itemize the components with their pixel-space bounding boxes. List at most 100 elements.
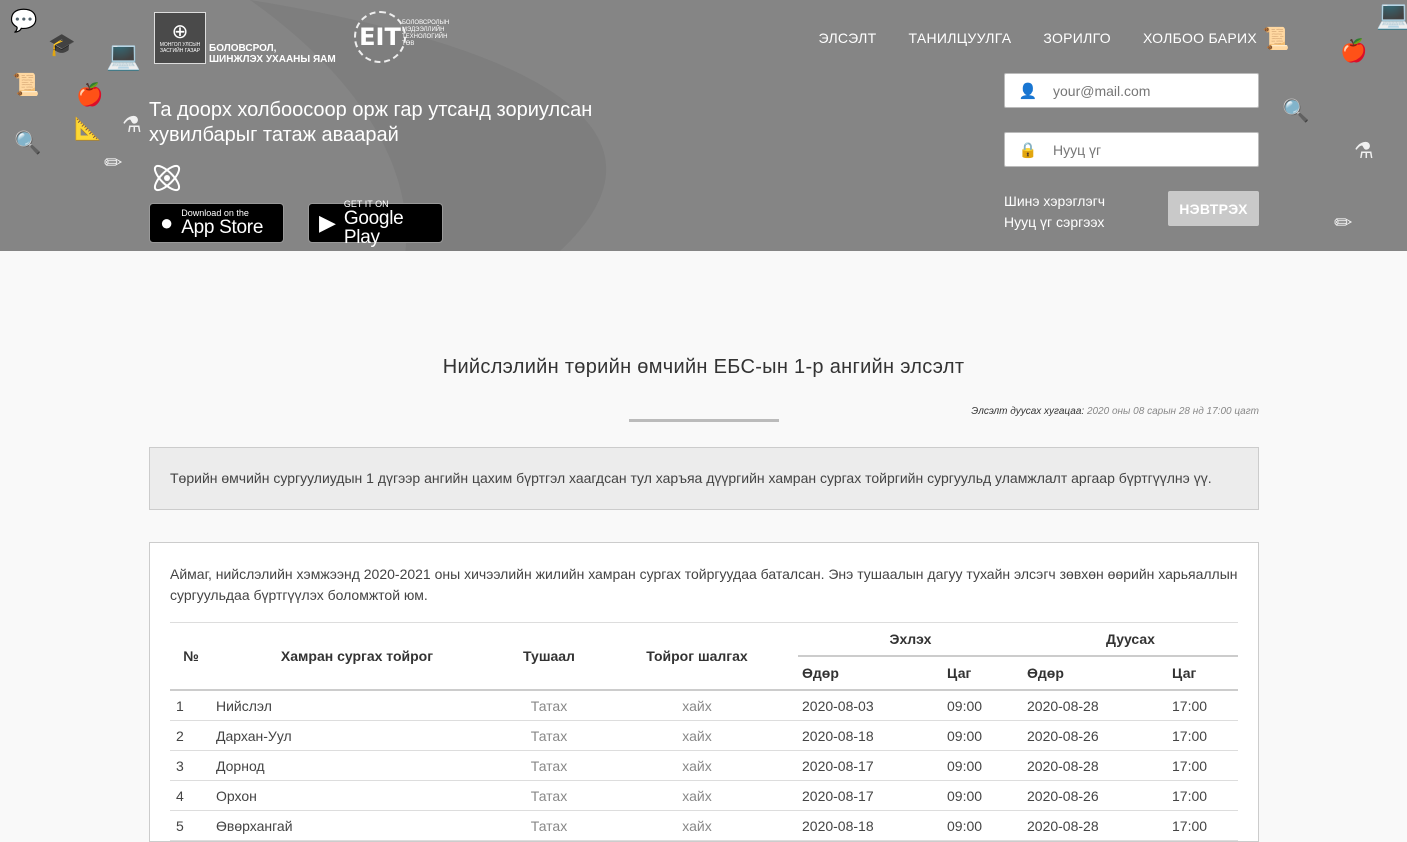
email-field: 👤 xyxy=(1004,73,1259,108)
eit-name: БОЛОВСРОЛЫН МЭДЭЭЛЛИЙН ТЕХНОЛОГИЙН ТӨВ xyxy=(402,20,450,47)
apple-icon: 🍎 xyxy=(76,82,104,107)
pencil-icon-right: ✏ xyxy=(1334,210,1353,235)
deadline-info: Элсэлт дуусах хугацаа: 2020 оны 08 сарын… xyxy=(971,406,1259,417)
atom-icon xyxy=(153,164,181,192)
col-number: № xyxy=(170,622,212,691)
col-group-end: Дуусах xyxy=(1023,622,1238,657)
search-district-link[interactable]: хайх xyxy=(596,810,798,841)
row-end-date: 2020-08-28 xyxy=(1023,690,1168,721)
row-number: 2 xyxy=(170,720,212,751)
download-order-link[interactable]: Татах xyxy=(502,690,596,721)
table-row: 4 Орхон Татах хайх 2020-08-17 09:00 2020… xyxy=(170,780,1238,811)
google-play-big-text: Google Play xyxy=(343,207,404,248)
download-order-link[interactable]: Татах xyxy=(502,720,596,751)
col-end-date: Өдөр xyxy=(1023,656,1168,691)
download-order-link[interactable]: Татах xyxy=(502,750,596,781)
eit-logo-block[interactable]: EIT БОЛОВСРОЛЫН МЭДЭЭЛЛИЙН ТЕХНОЛОГИЙН Т… xyxy=(354,11,449,63)
row-start-date: 2020-08-17 xyxy=(798,750,943,781)
col-check: Тойрог шалгах xyxy=(596,622,798,691)
login-links: Шинэ хэрэглэгч Нууц үг сэргээх xyxy=(1004,191,1105,233)
districts-table: № Хамран сургах тойрог Тушаал Тойрог шал… xyxy=(170,622,1238,841)
magnifier-icon: 🔍 xyxy=(14,130,42,155)
password-input[interactable] xyxy=(1051,140,1245,159)
row-start-time: 09:00 xyxy=(943,750,1023,781)
row-start-time: 09:00 xyxy=(943,690,1023,721)
laptop-icon-right: 💻 xyxy=(1376,0,1407,30)
password-field: 🔒 xyxy=(1004,132,1259,167)
apple-logo-icon: ● xyxy=(160,210,174,235)
row-number: 5 xyxy=(170,810,212,841)
login-button[interactable]: НЭВТРЭХ xyxy=(1168,191,1259,226)
col-order: Тушаал xyxy=(502,622,596,691)
play-triangle-icon: ▶ xyxy=(319,210,336,235)
page-title: Нийслэлийн төрийн өмчийн ЕБС-ын 1-р анги… xyxy=(442,356,965,378)
diploma-icon: 📜 xyxy=(12,72,40,97)
graduation-cap-icon: 🎓 xyxy=(48,32,76,57)
search-district-link[interactable]: хайх xyxy=(596,690,798,721)
row-number: 1 xyxy=(170,690,212,721)
col-end-time: Цаг xyxy=(1168,656,1238,691)
notice-box: Төрийн өмчийн сургуулиудын 1 дүгээр анги… xyxy=(149,447,1259,510)
nav-goal[interactable]: ЗОРИЛГО xyxy=(1043,30,1111,46)
nav-introduction[interactable]: ТАНИЛЦУУЛГА xyxy=(908,30,1011,46)
row-start-time: 09:00 xyxy=(943,720,1023,751)
row-district-name: Нийслэл xyxy=(212,690,502,721)
row-start-date: 2020-08-18 xyxy=(798,810,943,841)
row-start-date: 2020-08-17 xyxy=(798,780,943,811)
google-play-button[interactable]: ▶ GET IT ON Google Play xyxy=(308,199,443,247)
row-district-name: Дорнод xyxy=(212,750,502,781)
row-end-time: 17:00 xyxy=(1168,780,1238,811)
row-start-time: 09:00 xyxy=(943,780,1023,811)
login-form: 👤 🔒 Шинэ хэрэглэгч Нууц үг сэргээх НЭВТР… xyxy=(1004,73,1259,230)
row-district-name: Дархан-Уул xyxy=(212,720,502,751)
ruler-triangle-icon: 📐 xyxy=(74,116,102,141)
lock-icon: 🔒 xyxy=(1018,141,1038,159)
row-end-date: 2020-08-26 xyxy=(1023,720,1168,751)
download-order-link[interactable]: Татах xyxy=(502,810,596,841)
ministry-logo-block[interactable]: ⊕ МОНГОЛ УЛСЫН ЗАСГИЙН ГАЗАР БОЛОВСРОЛ, … xyxy=(154,11,336,65)
email-input[interactable] xyxy=(1051,81,1245,100)
row-end-time: 17:00 xyxy=(1168,810,1238,841)
app-store-button[interactable]: ● Download on the App Store xyxy=(149,203,284,243)
row-end-time: 17:00 xyxy=(1168,720,1238,751)
search-district-link[interactable]: хайх xyxy=(596,750,798,781)
row-start-date: 2020-08-03 xyxy=(798,690,943,721)
col-start-time: Цаг xyxy=(943,656,1023,691)
chat-bubble-icon: 💬 xyxy=(10,8,38,33)
download-order-link[interactable]: Татах xyxy=(502,780,596,811)
col-start-date: Өдөр xyxy=(798,656,943,691)
search-district-link[interactable]: хайх xyxy=(596,780,798,811)
row-start-date: 2020-08-18 xyxy=(798,720,943,751)
table-row: 1 Нийслэл Татах хайх 2020-08-03 09:00 20… xyxy=(170,690,1238,721)
col-district: Хамран сургах тойрог xyxy=(212,622,502,691)
nav-contact[interactable]: ХОЛБОО БАРИХ xyxy=(1143,30,1257,46)
new-user-link[interactable]: Шинэ хэрэглэгч xyxy=(1004,191,1105,212)
reset-password-link[interactable]: Нууц үг сэргээх xyxy=(1004,212,1105,233)
laptop-icon: 💻 xyxy=(106,40,141,71)
nav-admission[interactable]: ЭЛСЭЛТ xyxy=(819,30,877,46)
eit-logo: EIT xyxy=(354,11,406,63)
magnifier-icon-right: 🔍 xyxy=(1282,98,1310,123)
diploma-icon-right: 📜 xyxy=(1262,26,1290,51)
deadline-label: Элсэлт дуусах хугацаа: xyxy=(971,406,1085,417)
main-nav: ЭЛСЭЛТ ТАНИЛЦУУЛГА ЗОРИЛГО ХОЛБОО БАРИХ xyxy=(819,30,1257,46)
header-banner: 💬 🎓 💻 📜 🍎 📐 ⚗ 🔍 ✏ 📜 🍎 💻 🔍 ⚗ ✏ ⊕ МОНГОЛ У… xyxy=(0,0,1407,251)
row-end-date: 2020-08-28 xyxy=(1023,810,1168,841)
search-district-link[interactable]: хайх xyxy=(596,720,798,751)
pencil-icon: ✏ xyxy=(104,150,123,175)
row-district-name: Орхон xyxy=(212,780,502,811)
table-row: 2 Дархан-Уул Татах хайх 2020-08-18 09:00… xyxy=(170,720,1238,751)
ministry-name: БОЛОВСРОЛ, ШИНЖЛЭХ УХААНЫ ЯАМ xyxy=(209,43,336,65)
ministry-seal-logo: ⊕ МОНГОЛ УЛСЫН ЗАСГИЙН ГАЗАР xyxy=(154,12,206,64)
row-end-time: 17:00 xyxy=(1168,690,1238,721)
row-end-date: 2020-08-28 xyxy=(1023,750,1168,781)
title-divider xyxy=(629,419,779,422)
panel-description: Аймаг, нийслэлийн хэмжээнд 2020-2021 оны… xyxy=(170,566,1238,603)
table-row: 3 Дорнод Татах хайх 2020-08-17 09:00 202… xyxy=(170,750,1238,781)
table-row: 5 Өвөрхангай Татах хайх 2020-08-18 09:00… xyxy=(170,810,1238,841)
flask-icon: ⚗ xyxy=(122,112,142,137)
row-end-time: 17:00 xyxy=(1168,750,1238,781)
deadline-value: 2020 оны 08 сарын 28 нд 17:00 цагт xyxy=(1086,406,1259,417)
user-icon: 👤 xyxy=(1018,82,1038,100)
row-number: 4 xyxy=(170,780,212,811)
